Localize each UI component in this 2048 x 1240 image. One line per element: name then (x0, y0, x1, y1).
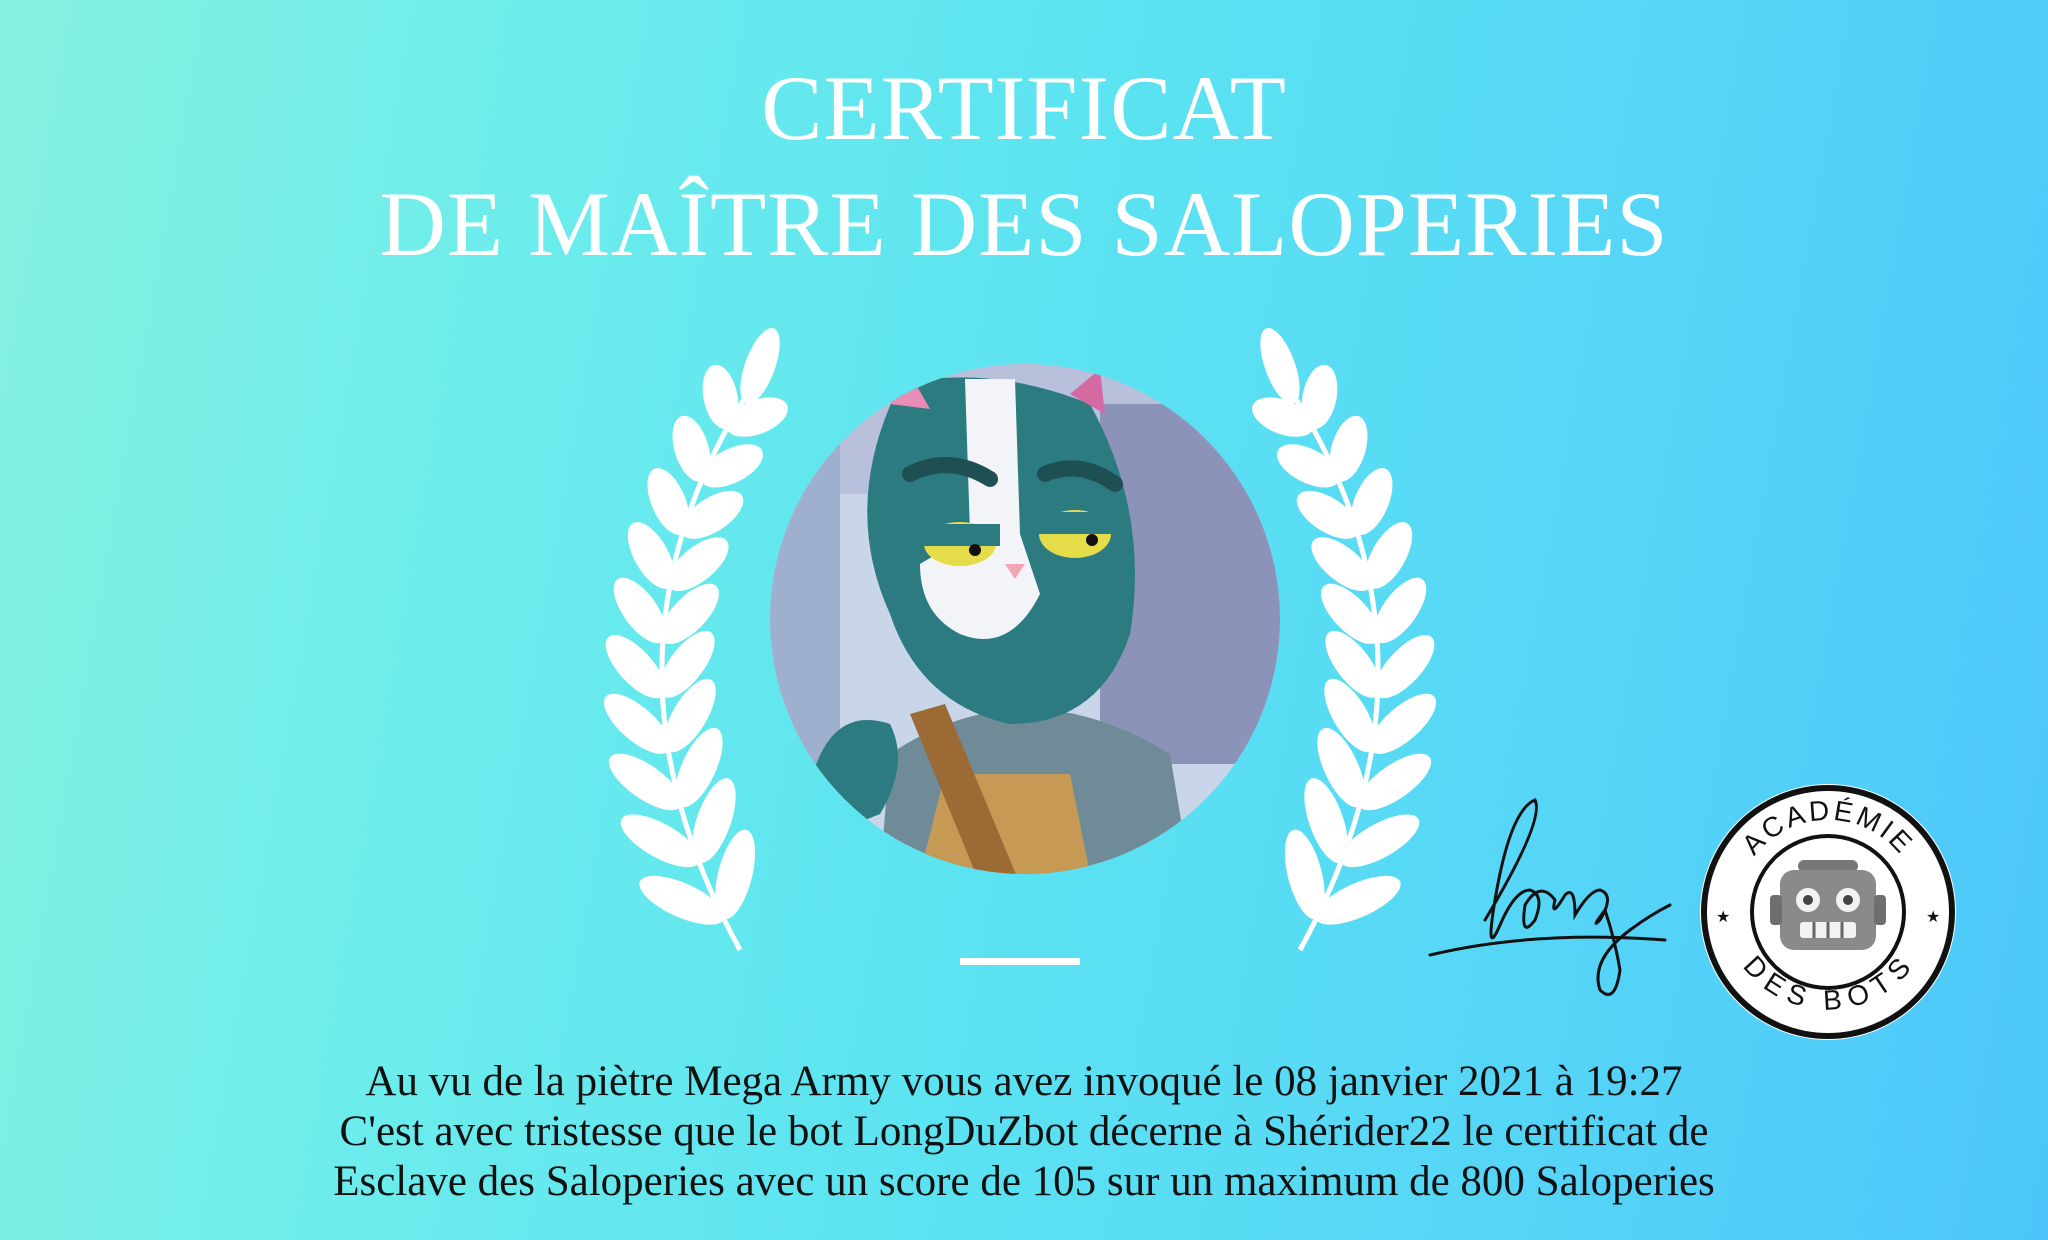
robot-head-icon (1770, 860, 1886, 950)
signature (1428, 798, 1672, 996)
cat-portrait (770, 364, 1280, 874)
laurel-leaf (1260, 328, 1300, 404)
certificate-body-line-3: Esclave des Saloperies avec un score de … (333, 1158, 1715, 1205)
svg-text:★: ★ (1716, 907, 1730, 926)
svg-text:★: ★ (1926, 907, 1940, 926)
laurel-leaf (740, 328, 780, 404)
academie-des-bots-badge: ACADÉMIE DES BOTS ★ ★ (1700, 784, 1956, 1040)
certificate-body-line-1: Au vu de la piètre Mega Army vous avez i… (365, 1058, 1683, 1105)
certificate-subtitle: DE MAÎTRE DES SALOPERIES (379, 173, 1669, 275)
certificate-title: CERTIFICAT (761, 57, 1287, 159)
certificate-body-line-2: C'est avec tristesse que le bot LongDuZb… (339, 1108, 1709, 1155)
